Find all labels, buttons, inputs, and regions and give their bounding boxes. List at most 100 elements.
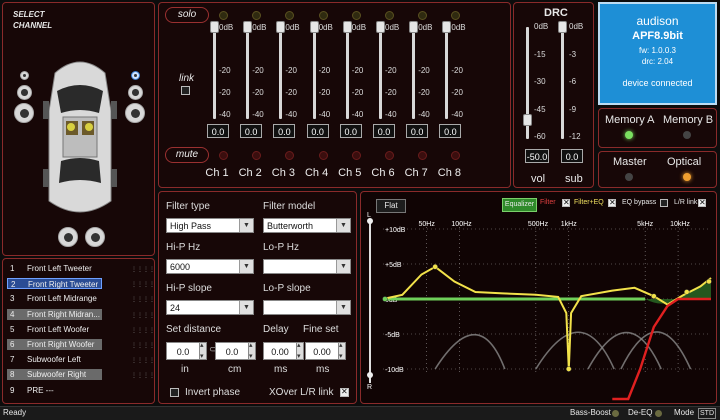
fine-set-label: Fine set <box>303 324 339 335</box>
channel-list-item[interactable]: 2 Front Right Tweeter <box>7 278 102 290</box>
solo-led[interactable] <box>385 11 394 20</box>
drc-vol-knob[interactable] <box>523 114 532 127</box>
filter-type-select[interactable]: High Pass ▼ <box>166 218 254 233</box>
front-left-midrange-speaker[interactable] <box>17 85 32 100</box>
distance-in-input[interactable]: 0.0 <box>166 342 200 360</box>
filter-model-select[interactable]: Butterworth ▼ <box>263 218 351 233</box>
distance-cm-stepper[interactable] <box>248 341 256 360</box>
fader-tick-label: -40 <box>385 110 397 119</box>
front-left-woofer-speaker[interactable] <box>14 103 34 123</box>
solo-led[interactable] <box>285 11 295 20</box>
mute-led[interactable] <box>385 151 394 160</box>
fader-knob[interactable] <box>409 21 419 33</box>
db-label: +10dB <box>385 227 406 234</box>
lop-slope-select[interactable]: ▼ <box>263 300 351 315</box>
front-left-tweeter-speaker[interactable] <box>20 71 29 80</box>
subwoofer-left-speaker[interactable] <box>58 227 78 247</box>
channel-list-item[interactable]: 9 PRE --- <box>7 385 102 396</box>
mute-led[interactable] <box>351 151 361 160</box>
mute-led[interactable] <box>418 151 428 160</box>
fader-tick-label: -20 <box>351 88 364 97</box>
solo-led[interactable] <box>252 11 262 20</box>
xover-link-checkbox[interactable] <box>340 387 349 397</box>
channel-gain-value[interactable]: 0.0 <box>373 124 395 138</box>
drc-vol-value[interactable]: -50.0 <box>525 149 549 163</box>
fader-knob[interactable] <box>243 21 253 33</box>
fader-knob[interactable] <box>210 21 219 33</box>
distance-in-stepper[interactable] <box>199 341 207 360</box>
invert-phase-checkbox[interactable] <box>170 388 179 397</box>
solo-led[interactable] <box>451 11 461 20</box>
lop-hz-select[interactable]: ▼ <box>263 259 351 274</box>
channel-label: Ch 7 <box>404 167 428 179</box>
solo-led[interactable] <box>418 11 428 20</box>
xover-link-label: XOver L/R link <box>269 387 334 398</box>
chevron-down-icon: ▼ <box>239 219 253 232</box>
fader-tick-label: -20 <box>418 66 430 75</box>
fader-track[interactable] <box>345 27 349 119</box>
channel-name: Subwoofer Right <box>27 370 87 380</box>
channel-list-item[interactable]: 8 Subwoofer Right <box>7 369 102 381</box>
solo-led[interactable] <box>219 11 228 20</box>
mute-led[interactable] <box>285 151 295 160</box>
subwoofer-right-speaker[interactable] <box>85 227 105 247</box>
channel-number: 7 <box>10 355 15 365</box>
distance-cm-input[interactable]: 0.0 <box>215 342 249 360</box>
hip-hz-select[interactable]: 6000 ▼ <box>166 259 254 274</box>
solo-led[interactable] <box>318 11 328 20</box>
channel-list-item[interactable]: 6 Front Right Woofer <box>7 339 102 350</box>
fader-track[interactable] <box>379 27 382 119</box>
drc-vol-tick: 0dB <box>534 22 549 31</box>
master-button[interactable]: Master <box>613 156 647 168</box>
channel-gain-value[interactable]: 0.0 <box>339 124 362 138</box>
solo-led[interactable] <box>351 11 361 20</box>
channel-list-item[interactable]: 5 Front Left Woofer <box>7 324 102 335</box>
drc-sub-value[interactable]: 0.0 <box>561 149 583 163</box>
front-right-woofer-speaker[interactable] <box>125 103 145 123</box>
fine-set-input[interactable]: 0.00 <box>305 342 339 360</box>
fader-track[interactable] <box>412 27 416 119</box>
channel-gain-value[interactable]: 0.0 <box>306 124 329 138</box>
fader-knob[interactable] <box>376 21 385 33</box>
fader-knob[interactable] <box>442 21 452 33</box>
fine-set-stepper[interactable] <box>338 341 346 360</box>
front-right-midrange-speaker[interactable] <box>128 85 143 100</box>
channel-list-item[interactable]: 4 Front Right Midran... <box>7 308 102 320</box>
fader-knob[interactable] <box>276 21 286 33</box>
channel-list-item[interactable]: 3 Front Left Midrange <box>7 293 102 304</box>
delay-input[interactable]: 0.00 <box>263 342 297 360</box>
drc-vol-tick: -15 <box>534 49 546 59</box>
link-checkbox[interactable] <box>181 86 190 95</box>
freq-label: 500Hz <box>528 221 549 228</box>
mute-led[interactable] <box>451 151 461 160</box>
fader-knob[interactable] <box>342 21 352 33</box>
optical-button[interactable]: Optical <box>667 156 701 168</box>
drc-sub-tick: -6 <box>569 77 577 86</box>
front-right-tweeter-speaker[interactable] <box>131 71 140 80</box>
hip-slope-select[interactable]: 24 ▼ <box>166 300 254 315</box>
fader-track[interactable] <box>246 27 250 119</box>
channel-list-item[interactable]: 1 Front Left Tweeter <box>7 263 102 274</box>
channel-number: 1 <box>10 264 15 273</box>
fader-track[interactable] <box>213 27 216 119</box>
channel-gain-value[interactable]: 0.0 <box>439 124 462 138</box>
memory-b-button[interactable]: Memory B <box>663 114 713 126</box>
channel-gain-value[interactable]: 0.0 <box>240 124 263 138</box>
channel-gain-value[interactable]: 0.0 <box>273 124 296 138</box>
fader-track[interactable] <box>312 27 316 119</box>
fader-knob[interactable] <box>309 21 319 33</box>
fader-track[interactable] <box>445 27 449 119</box>
mute-led[interactable] <box>318 151 328 160</box>
mute-led[interactable] <box>252 151 262 160</box>
drc-sub-track[interactable] <box>561 27 564 139</box>
channel-gain-value[interactable]: 0.0 <box>207 124 229 138</box>
chevron-down-icon: ▼ <box>336 301 350 314</box>
drc-sub-knob[interactable] <box>558 21 567 33</box>
channel-gain-value[interactable]: 0.0 <box>406 124 429 138</box>
frequency-response-graph[interactable]: 50Hz100Hz500Hz1kHz5kHz10kHz+10dB+5dB0dB-… <box>361 192 716 403</box>
memory-a-button[interactable]: Memory A <box>605 114 655 126</box>
delay-stepper[interactable] <box>296 341 304 360</box>
fader-track[interactable] <box>279 27 283 119</box>
channel-list-item[interactable]: 7 Subwoofer Left <box>7 354 102 365</box>
mute-led[interactable] <box>219 151 228 160</box>
